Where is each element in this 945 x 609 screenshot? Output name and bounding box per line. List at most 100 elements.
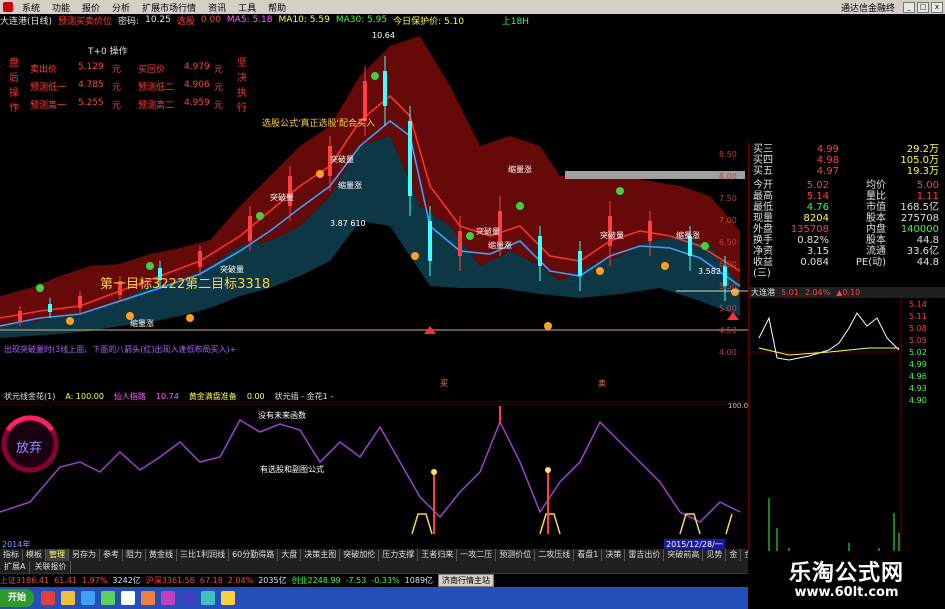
t0-unit: 元 bbox=[112, 101, 122, 111]
tab-formula[interactable]: 阻力 bbox=[123, 549, 146, 561]
ticker-value: 1089亿 bbox=[404, 576, 434, 585]
start-button[interactable]: 开始 bbox=[0, 589, 35, 607]
t0-label: 预测高一 bbox=[30, 101, 67, 111]
mini-chart-header: 大连港 5.01 2.04% ▲0.10 bbox=[749, 287, 945, 298]
tab-formula[interactable]: 大盘 bbox=[278, 549, 302, 561]
indicator-a: A: 100.00 bbox=[65, 391, 104, 401]
menu-function[interactable]: 功能 bbox=[46, 1, 76, 14]
t0-title: T+0 操作 bbox=[88, 47, 128, 57]
tab-formula[interactable]: 见势 bbox=[703, 549, 727, 561]
quote-cell: 净资 bbox=[753, 246, 773, 257]
tab-formula[interactable]: 参考 bbox=[100, 549, 123, 561]
tab-formula[interactable]: 黄金线 bbox=[146, 549, 177, 561]
breakthrough-1: 突破量 bbox=[330, 154, 354, 164]
maximize-button[interactable]: □ bbox=[917, 1, 929, 13]
server-button[interactable]: 济南行情主站 bbox=[438, 574, 495, 587]
tab-formula[interactable]: 突破加伦 bbox=[340, 549, 380, 561]
ask-row: 买三 4.99 29.2万 bbox=[749, 144, 945, 155]
breakthrough-5: 突破量 bbox=[220, 264, 244, 274]
tab-formula[interactable]: 指标 bbox=[0, 549, 23, 561]
ask-label: 买五 bbox=[753, 166, 773, 177]
indicator-name[interactable]: 状元线金花(1) bbox=[4, 391, 55, 402]
tab-formula[interactable]: 决策主图 bbox=[301, 549, 341, 561]
volume-drop-1: 缩量涨 bbox=[338, 180, 362, 190]
tab-formula[interactable]: 金 bbox=[726, 549, 742, 561]
ask-price: 4.97 bbox=[816, 166, 839, 177]
formula-name[interactable]: 预测买卖价位 bbox=[58, 14, 112, 27]
tab-formula[interactable]: 预测价位 bbox=[496, 549, 536, 561]
tab-formula[interactable]: 另存为 bbox=[69, 549, 100, 561]
tab-formula[interactable]: 一攻二压 bbox=[457, 549, 497, 561]
tab-formula[interactable]: 雷吉出价 bbox=[625, 549, 665, 561]
right-tag: 上18H bbox=[501, 16, 529, 27]
folder-icon[interactable] bbox=[61, 591, 76, 605]
menu-tools[interactable]: 工具 bbox=[232, 1, 262, 14]
quote-cell: PE(动) bbox=[855, 257, 886, 268]
side-char: 作 bbox=[9, 103, 19, 114]
tab-formula[interactable]: 突破前高 bbox=[664, 549, 704, 561]
app-icon[interactable] bbox=[141, 591, 156, 605]
menu-quote[interactable]: 报价 bbox=[76, 1, 106, 14]
mini-price-tick: 5.14 bbox=[909, 300, 927, 309]
ask-price: 4.98 bbox=[816, 155, 839, 166]
menu-help[interactable]: 帮助 bbox=[262, 1, 292, 14]
t0-label: 买回价 bbox=[138, 65, 166, 75]
quote-cell: 量比 bbox=[866, 191, 886, 202]
quote-cell: 今开 bbox=[753, 180, 773, 191]
price-tick: 6.50 bbox=[719, 238, 737, 247]
ma30: MA30: 5.95 bbox=[335, 15, 388, 25]
tab-formula[interactable]: 压力支撑 bbox=[379, 549, 419, 561]
quote-cell: 收益(三) bbox=[753, 257, 773, 279]
quote-cell: 5.02 bbox=[806, 180, 829, 191]
watermark-title: 乐淘公式网 bbox=[788, 560, 904, 586]
price-tick: 8.00 bbox=[719, 172, 737, 181]
menu-analysis[interactable]: 分析 bbox=[106, 1, 136, 14]
quote-row: 收益(三) 0.084 PE(动) 44.8 bbox=[749, 257, 945, 279]
browser-icon[interactable] bbox=[81, 591, 96, 605]
quote-cell: 5.14 bbox=[806, 191, 829, 202]
price-tick: 5.00 bbox=[719, 304, 737, 313]
indicator-pane[interactable]: 放弃 没有未来函数 有选股和副图公式 100.0 bbox=[0, 401, 748, 539]
quote-cell: 现量 bbox=[753, 213, 773, 224]
tab-formula[interactable]: 模板 bbox=[23, 549, 46, 561]
menu-system[interactable]: 系统 bbox=[16, 1, 46, 14]
close-button[interactable]: x bbox=[931, 1, 943, 13]
tab-formula[interactable]: 管理 bbox=[46, 549, 69, 561]
right-side-text: 坚 决 执 行 bbox=[236, 56, 248, 116]
app-icon[interactable] bbox=[41, 591, 56, 605]
protect-price: 今日保护价: 5.10 bbox=[393, 16, 465, 27]
ma10: MA10: 5.59 bbox=[278, 15, 330, 25]
ticker-value: 创业2248.99 bbox=[291, 576, 341, 585]
tab-formula[interactable]: 60分勤得路 bbox=[229, 549, 279, 561]
main-kline-chart[interactable]: 第一目标3222第二目标3318 选股公式'真正选股'配合买入 10.64 3.… bbox=[0, 26, 748, 391]
tab-formula[interactable]: 决策 bbox=[602, 549, 626, 561]
tab-extended-a[interactable]: 扩展A bbox=[0, 561, 31, 573]
select-tag: 选股 bbox=[176, 16, 195, 27]
app-icon[interactable] bbox=[121, 591, 136, 605]
app-icon[interactable] bbox=[181, 591, 196, 605]
side-char: 后 bbox=[9, 73, 19, 84]
marker-buy: 买 bbox=[440, 379, 448, 388]
menu-news[interactable]: 资讯 bbox=[202, 1, 232, 14]
tab-formula[interactable]: 二攻压线 bbox=[535, 549, 575, 561]
indicator-label-mid: 有选股和副图公式 bbox=[260, 464, 324, 474]
indicator-status-bar: 状元线金花(1) A: 100.00 仙人指路 10.74 黄金满盘准备 0.0… bbox=[0, 391, 748, 401]
quote-cell: 5.00 bbox=[916, 180, 939, 191]
menu-extended-market[interactable]: 扩展市场行情 bbox=[136, 1, 202, 14]
mini-stock-name: 大连港 bbox=[751, 288, 775, 297]
volume-drop-2: 缩量涨 bbox=[508, 164, 532, 174]
t0-label: 预测低一 bbox=[30, 83, 67, 93]
app-icon[interactable] bbox=[221, 591, 236, 605]
mini-price: 5.01 bbox=[781, 288, 799, 297]
side-char: 操 bbox=[9, 88, 19, 99]
minimize-button[interactable]: _ bbox=[903, 1, 915, 13]
tab-formula[interactable]: 王者归来 bbox=[418, 549, 458, 561]
app-icon[interactable] bbox=[161, 591, 176, 605]
site-watermark: 乐淘公式网 www.60lt.com bbox=[748, 551, 945, 609]
app-icon[interactable] bbox=[101, 591, 116, 605]
tab-formula[interactable]: 三比1利润线 bbox=[177, 549, 230, 561]
tab-related-quote[interactable]: 关联报价 bbox=[30, 561, 72, 573]
tab-formula[interactable]: 看盘1 bbox=[574, 549, 603, 561]
tab-formula[interactable]: 金桂 bbox=[741, 549, 748, 561]
app-icon[interactable] bbox=[201, 591, 216, 605]
